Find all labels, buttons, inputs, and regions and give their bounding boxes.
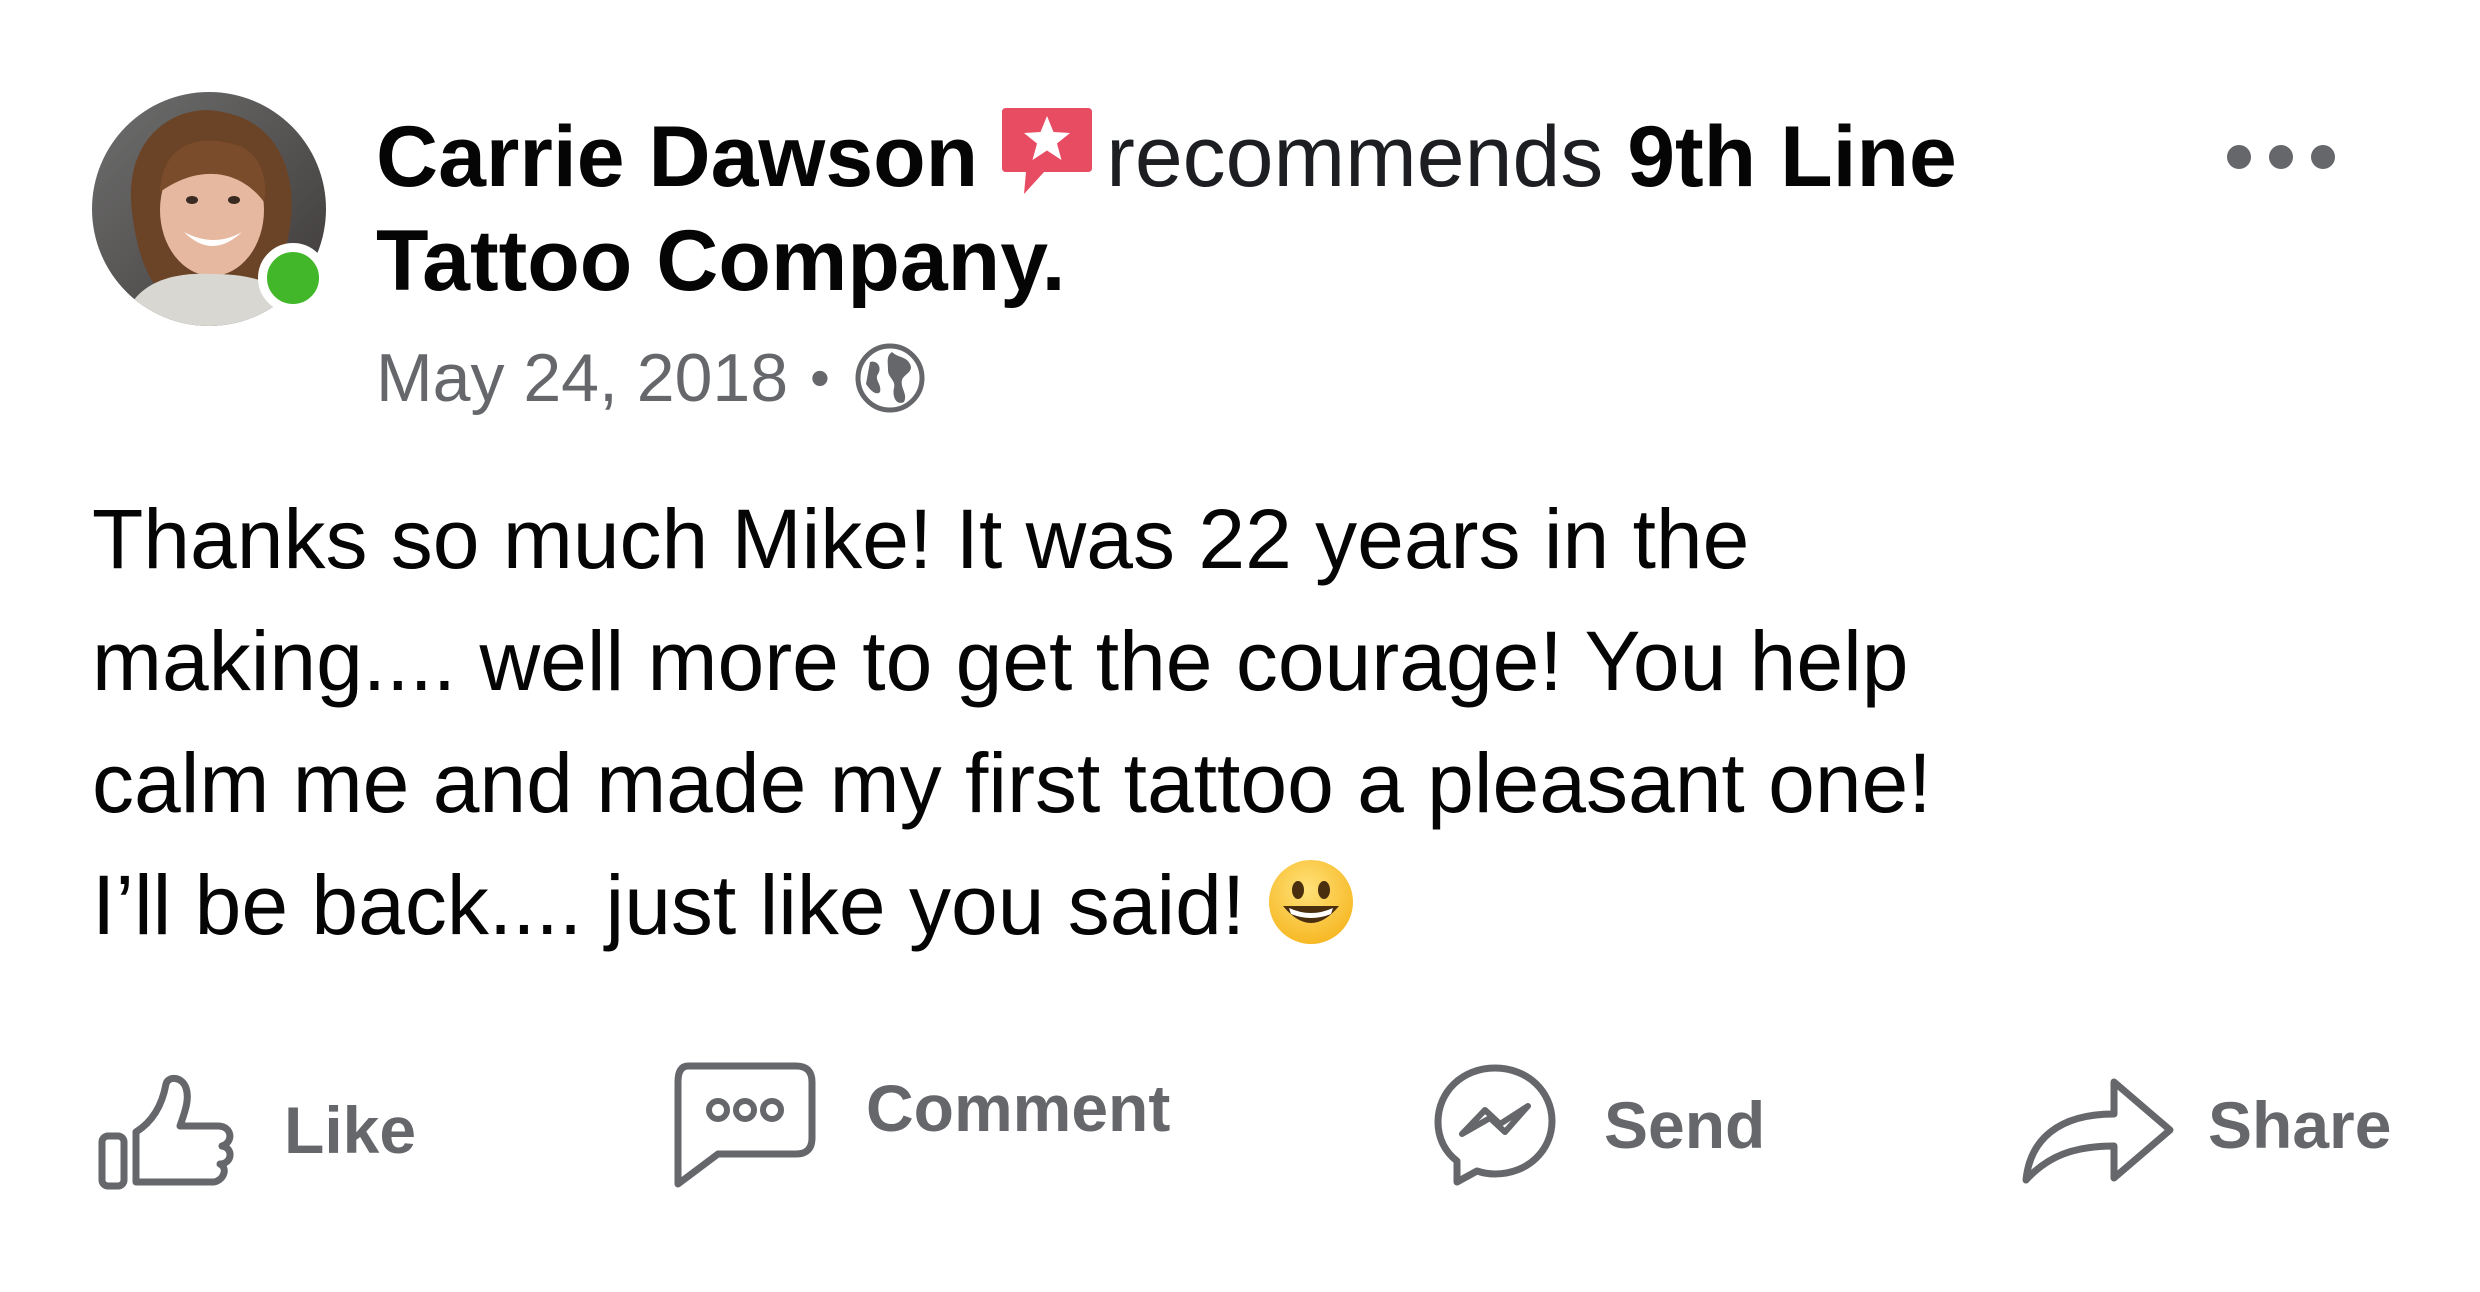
recommends-verb: recommends <box>1106 109 1604 205</box>
like-button[interactable]: Like <box>96 1070 416 1190</box>
online-status-indicator <box>258 243 328 313</box>
post-body: Thanks so much Mike! It was 22 years in … <box>92 478 2342 966</box>
post-meta: May 24, 2018 • <box>376 333 928 423</box>
share-icon <box>2022 1078 2174 1184</box>
messenger-icon <box>1434 1064 1556 1186</box>
comment-icon <box>674 1062 816 1188</box>
comment-button[interactable]: Comment <box>668 1060 1170 1190</box>
share-button[interactable]: Share <box>2018 1060 2391 1190</box>
share-label: Share <box>2208 1088 2392 1162</box>
send-label: Send <box>1604 1088 1766 1162</box>
meta-separator: • <box>810 346 830 409</box>
post-body-text: Thanks so much Mike! It was 22 years in … <box>92 492 1932 952</box>
like-icon <box>98 1075 234 1190</box>
comment-label: Comment <box>866 1071 1171 1145</box>
recommend-star-icon <box>1002 108 1093 194</box>
post-date[interactable]: May 24, 2018 <box>376 333 788 423</box>
post-header: Carrie Dawson recommends 9th Line Tattoo … <box>376 102 2096 313</box>
globe-icon[interactable] <box>852 340 928 416</box>
author-name[interactable]: Carrie Dawson <box>376 109 978 205</box>
send-button[interactable]: Send <box>1430 1060 1765 1190</box>
grinning-face-emoji <box>1269 860 1354 944</box>
more-options-icon[interactable] <box>2222 140 2340 174</box>
like-label: Like <box>284 1093 417 1167</box>
